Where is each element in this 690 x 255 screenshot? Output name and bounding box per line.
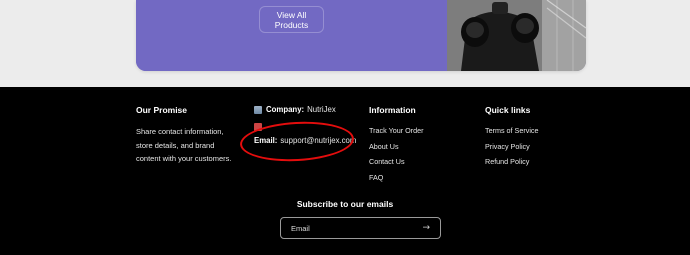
link-privacy-policy[interactable]: Privacy Policy xyxy=(485,142,530,151)
email-input[interactable] xyxy=(291,223,423,233)
company-line: Company: NutriJex xyxy=(254,105,356,114)
link-terms-of-service[interactable]: Terms of Service xyxy=(485,126,539,135)
arrow-right-icon: → xyxy=(422,223,430,233)
subscribe-submit-button[interactable]: → xyxy=(422,223,430,233)
promo-panel: View All Products xyxy=(136,0,447,71)
link-track-your-order[interactable]: Track Your Order xyxy=(369,126,423,135)
company-label: Company: xyxy=(266,105,305,114)
link-about-us[interactable]: About Us xyxy=(369,142,399,151)
promo-photo xyxy=(447,0,586,71)
boxer-image xyxy=(447,0,586,71)
link-refund-policy[interactable]: Refund Policy xyxy=(485,157,529,166)
page-top-section: View All Products xyxy=(0,0,690,87)
view-all-products-button[interactable]: View All Products xyxy=(259,6,324,33)
building-emoji-icon xyxy=(254,105,262,114)
our-promise-heading: Our Promise xyxy=(136,105,188,115)
site-footer: Our Promise Share contact information, s… xyxy=(0,87,690,255)
link-contact-us[interactable]: Contact Us xyxy=(369,157,405,166)
promo-banner: View All Products xyxy=(136,0,586,71)
information-column: Information Track Your Order About Us Co… xyxy=(369,105,423,182)
subscribe-heading: Subscribe to our emails xyxy=(296,199,394,209)
email-subscribe-field: → xyxy=(280,217,441,239)
our-promise-column: Our Promise Share contact information, s… xyxy=(136,105,238,166)
company-value: NutriJex xyxy=(307,105,336,114)
our-promise-text: Share contact information, store details… xyxy=(136,127,232,163)
quick-links-heading: Quick links xyxy=(485,105,531,115)
link-faq[interactable]: FAQ xyxy=(369,173,383,182)
quick-links-column: Quick links Terms of Service Privacy Pol… xyxy=(485,105,539,166)
information-heading: Information xyxy=(369,105,416,115)
